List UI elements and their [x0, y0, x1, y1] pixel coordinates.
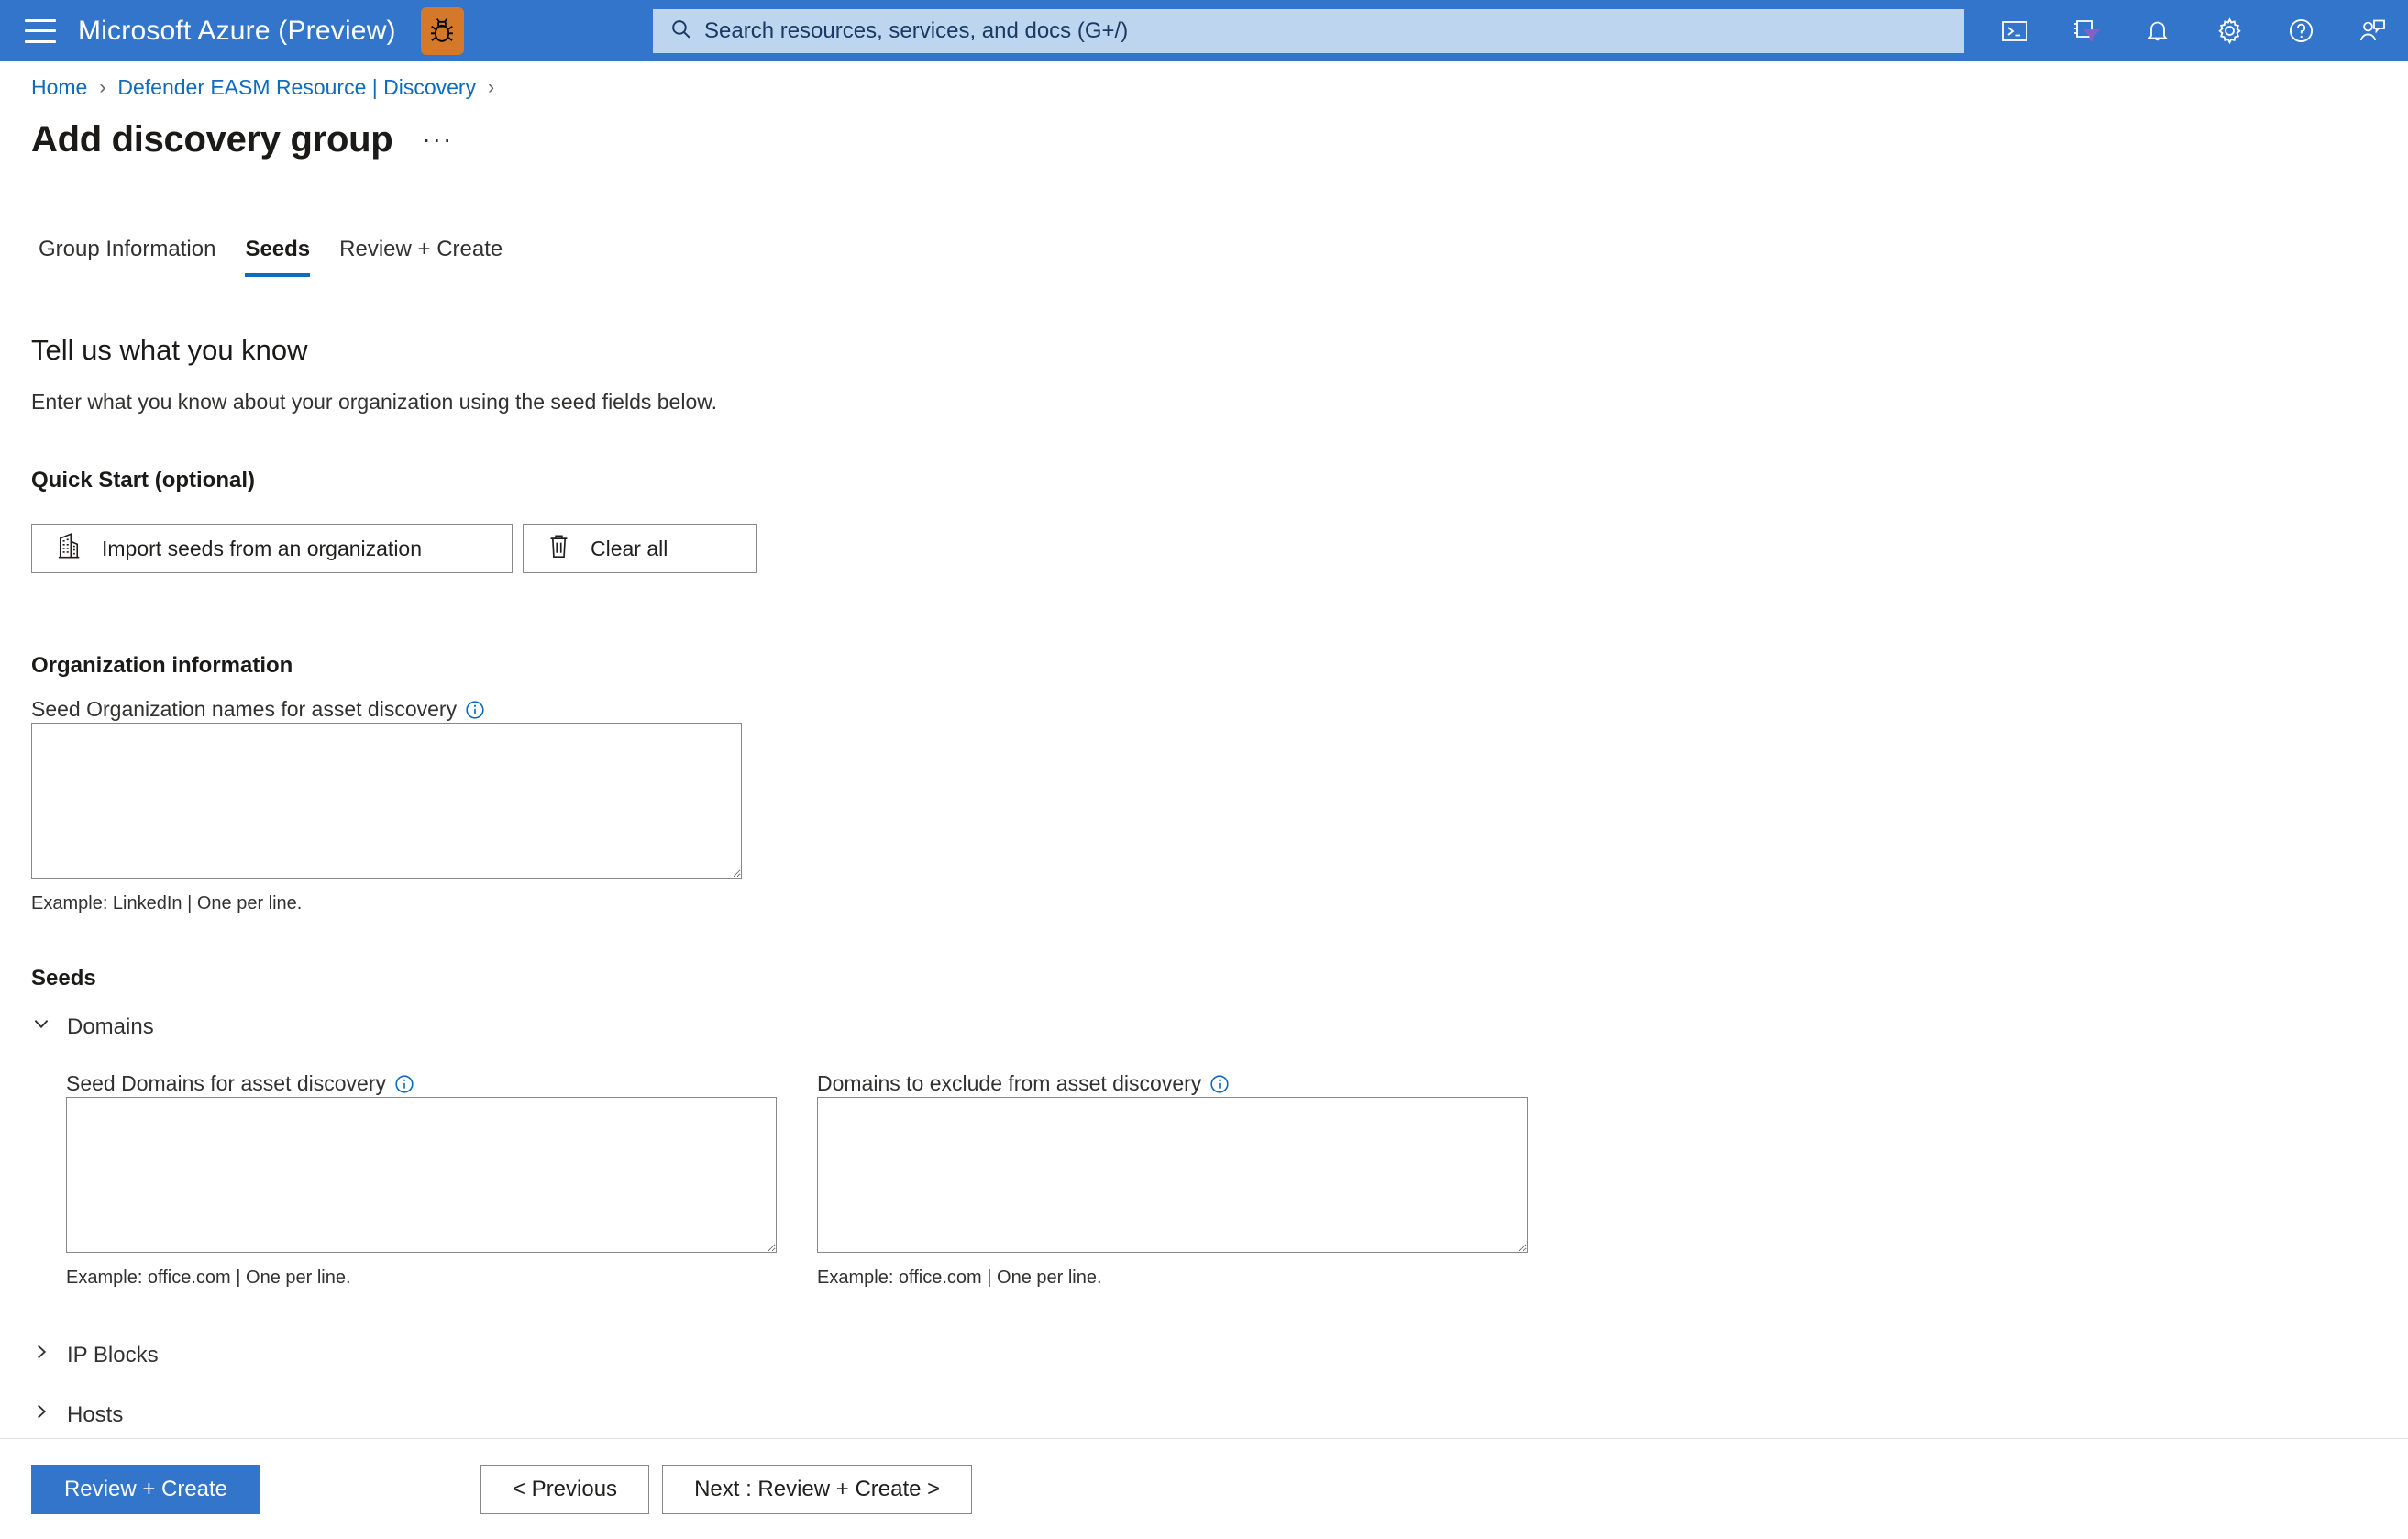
import-seeds-button[interactable]: Import seeds from an organization — [31, 524, 513, 573]
top-navigation-bar: Microsoft Azure (Preview) Search resourc… — [0, 0, 2408, 61]
seed-organization-names-label-text: Seed Organization names for asset discov… — [31, 697, 458, 721]
seed-domains-label: Seed Domains for asset discovery — [66, 1071, 414, 1096]
hamburger-icon[interactable] — [25, 18, 56, 43]
help-question-icon[interactable] — [2285, 16, 2316, 47]
seeds-group-hosts-toggle[interactable]: Hosts — [31, 1401, 123, 1428]
seed-domains-hint: Example: office.com | One per line. — [66, 1268, 351, 1288]
import-seeds-button-label: Import seeds from an organization — [102, 536, 423, 560]
seed-organization-names-textarea[interactable] — [31, 723, 742, 879]
azure-brand-label[interactable]: Microsoft Azure (Preview) — [78, 16, 396, 47]
section-subheading: Enter what you know about your organizat… — [31, 390, 717, 414]
section-heading-tell-us: Tell us what you know — [31, 334, 308, 366]
trash-icon — [547, 533, 570, 565]
chevron-right-icon — [31, 1401, 51, 1428]
feedback-person-icon[interactable] — [2357, 16, 2388, 47]
exclude-domains-label: Domains to exclude from asset discovery — [817, 1071, 1230, 1096]
notifications-bell-icon[interactable] — [2142, 16, 2173, 47]
breadcrumb-item-defender-easm-resource-discovery[interactable]: Defender EASM Resource | Discovery — [117, 75, 476, 100]
seeds-group-ip-blocks-label: IP Blocks — [67, 1342, 159, 1367]
search-input[interactable]: Search resources, services, and docs (G+… — [653, 9, 1964, 53]
info-circle-icon[interactable] — [465, 700, 485, 720]
wizard-tabs: Group Information Seeds Review + Create — [31, 237, 517, 277]
previous-button[interactable]: < Previous — [480, 1464, 650, 1514]
page-title-row: Add discovery group ··· — [31, 119, 458, 161]
settings-gear-icon[interactable] — [2214, 16, 2245, 47]
search-placeholder: Search resources, services, and docs (G+… — [704, 18, 1129, 43]
seeds-group-domains-label: Domains — [67, 1013, 154, 1039]
info-circle-icon[interactable] — [394, 1074, 414, 1094]
seeds-group-ip-blocks-toggle[interactable]: IP Blocks — [31, 1342, 159, 1368]
clear-all-button-label: Clear all — [591, 536, 668, 560]
exclude-domains-textarea[interactable] — [817, 1097, 1528, 1253]
chevron-down-icon — [31, 1013, 51, 1040]
wizard-nav-buttons: < Previous Next : Review + Create > — [480, 1464, 973, 1514]
cloud-shell-icon[interactable] — [1999, 16, 2030, 47]
bug-icon[interactable] — [420, 6, 464, 55]
breadcrumb-separator-icon: › — [99, 76, 106, 98]
breadcrumb-item-home[interactable]: Home — [31, 75, 87, 100]
seeds-title: Seeds — [31, 966, 96, 991]
quick-start-title: Quick Start (optional) — [31, 468, 256, 493]
organization-information-title: Organization information — [31, 653, 293, 678]
breadcrumb: Home › Defender EASM Resource | Discover… — [31, 75, 494, 100]
seeds-group-hosts-label: Hosts — [67, 1401, 124, 1427]
seed-domains-textarea[interactable] — [66, 1097, 777, 1253]
info-circle-icon[interactable] — [1210, 1074, 1230, 1094]
seed-organization-names-hint: Example: LinkedIn | One per line. — [31, 893, 303, 913]
directory-subscription-filter-icon[interactable] — [2071, 16, 2102, 47]
seed-domains-label-text: Seed Domains for asset discovery — [66, 1071, 386, 1095]
more-options-icon[interactable]: ··· — [416, 127, 458, 152]
quick-start-actions: Import seeds from an organization Clear … — [31, 524, 757, 573]
wizard-footer: Review + Create < Previous Next : Review… — [0, 1438, 2408, 1539]
seeds-group-domains-toggle[interactable]: Domains — [31, 1013, 154, 1040]
tab-group-information[interactable]: Group Information — [31, 237, 230, 277]
next-review-create-button[interactable]: Next : Review + Create > — [662, 1464, 973, 1514]
exclude-domains-label-text: Domains to exclude from asset discovery — [817, 1071, 1202, 1095]
exclude-domains-hint: Example: office.com | One per line. — [817, 1268, 1102, 1288]
top-bar-actions — [1999, 0, 2388, 61]
review-create-button[interactable]: Review + Create — [31, 1464, 260, 1514]
clear-all-button[interactable]: Clear all — [523, 524, 757, 573]
seed-organization-names-label: Seed Organization names for asset discov… — [31, 697, 485, 722]
breadcrumb-separator-icon: › — [488, 76, 495, 98]
search-icon — [669, 17, 692, 45]
tab-seeds[interactable]: Seeds — [230, 237, 325, 277]
chevron-right-icon — [31, 1342, 51, 1368]
organization-building-icon — [56, 532, 82, 565]
page-title: Add discovery group — [31, 119, 393, 160]
tab-review-create[interactable]: Review + Create — [325, 237, 517, 277]
